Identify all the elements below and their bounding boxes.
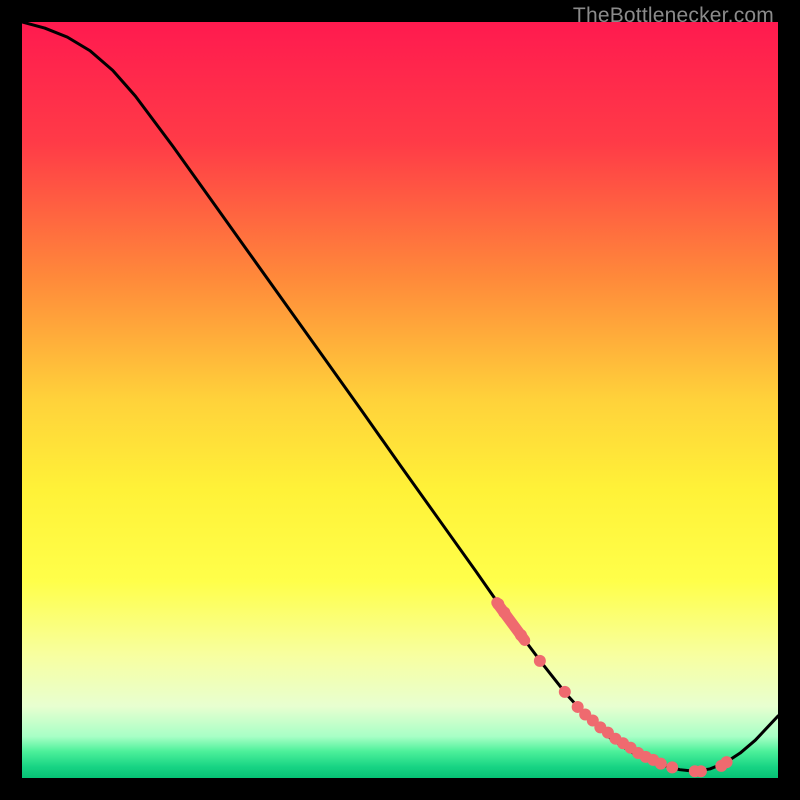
data-dot xyxy=(559,686,571,698)
gradient-background xyxy=(22,22,778,778)
chart-frame xyxy=(22,22,778,778)
watermark-text: TheBottlenecker.com xyxy=(573,4,774,28)
bottleneck-chart xyxy=(22,22,778,778)
data-dot xyxy=(515,629,527,641)
data-dot xyxy=(534,655,546,667)
data-dot xyxy=(655,758,667,770)
data-dot xyxy=(666,761,678,773)
data-dot xyxy=(695,765,707,777)
data-dot xyxy=(721,756,733,768)
data-dot xyxy=(498,606,510,618)
